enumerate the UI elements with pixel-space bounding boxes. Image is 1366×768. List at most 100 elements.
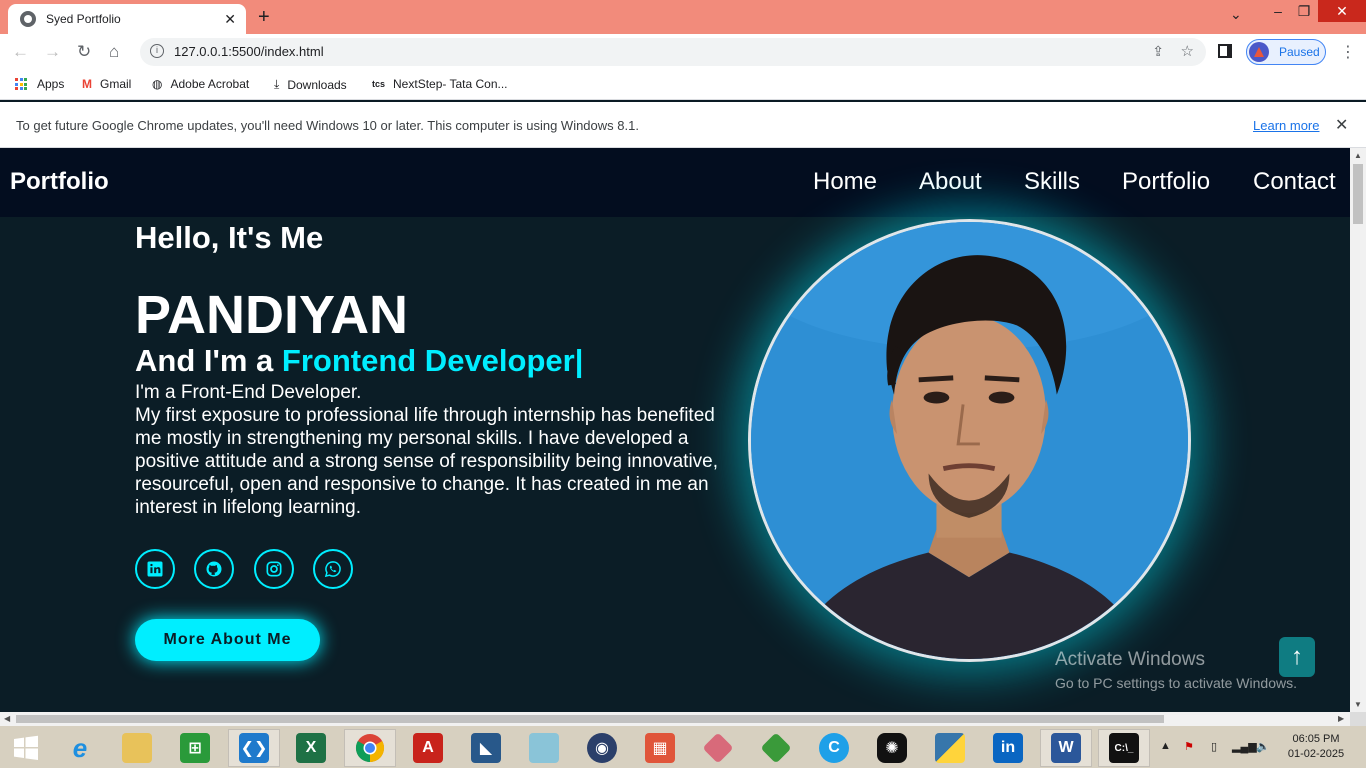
side-panel-icon[interactable]: [1218, 44, 1232, 58]
github-button[interactable]: [194, 549, 234, 589]
tray-expand-icon[interactable]: ▲: [1160, 740, 1171, 752]
web-page: Portfolio Home About Skills Portfolio Co…: [0, 148, 1350, 712]
scroll-down-icon[interactable]: ▼: [1354, 700, 1362, 709]
profile-button[interactable]: Paused: [1246, 39, 1326, 65]
horizontal-scroll-thumb[interactable]: [16, 715, 1164, 723]
chrome-icon[interactable]: [344, 729, 396, 767]
scroll-right-icon[interactable]: ▶: [1338, 714, 1344, 723]
network-error-icon[interactable]: ⚑: [1184, 740, 1194, 753]
linkedin-icon: [147, 561, 163, 577]
activate-windows-watermark: Activate Windows Go to PC settings to ac…: [1055, 649, 1297, 691]
linkedin-button[interactable]: [135, 549, 175, 589]
horizontal-scrollbar[interactable]: ◀ ▶: [0, 712, 1350, 726]
vscode-icon[interactable]: ❮❯: [228, 729, 280, 767]
share-icon[interactable]: ⇪: [1152, 43, 1164, 60]
hero-bio: I'm a Front-End Developer. My first expo…: [135, 381, 725, 519]
close-infobar-icon[interactable]: ✕: [1335, 115, 1348, 135]
nav-about[interactable]: About: [919, 168, 982, 196]
browser-toolbar: ← → ↻ ⌂ i 127.0.0.1:5500/index.html ⇪ ☆ …: [0, 34, 1366, 70]
mysql-icon[interactable]: ◣: [460, 729, 512, 767]
update-infobar: To get future Google Chrome updates, you…: [0, 102, 1366, 148]
instagram-button[interactable]: [254, 549, 294, 589]
new-tab-button[interactable]: +: [258, 6, 270, 29]
app-icon-5[interactable]: C: [808, 729, 860, 767]
app-icon-4[interactable]: [750, 729, 802, 767]
bookmarks-bar: Apps M Gmail ◍ Adobe Acrobat ⤓ Downloads…: [0, 70, 1366, 100]
more-about-me-button[interactable]: More About Me: [135, 619, 320, 661]
app-icon-3[interactable]: [692, 729, 744, 767]
role-prefix: And I'm a: [135, 343, 282, 378]
role-accent: Frontend Developer|: [281, 343, 584, 378]
cmd-icon[interactable]: C:\_: [1098, 729, 1150, 767]
file-explorer-icon[interactable]: [111, 729, 163, 767]
taskbar-clock[interactable]: 06:05 PM 01-02-2025: [1284, 732, 1348, 762]
maximize-button[interactable]: ❐: [1292, 0, 1316, 22]
profile-status: Paused: [1279, 45, 1320, 59]
tab-title: Syed Portfolio: [46, 12, 121, 26]
download-icon: ⤓: [274, 77, 280, 91]
tab-close-icon[interactable]: ✕: [224, 11, 236, 28]
bookmark-gmail[interactable]: M Gmail: [82, 77, 131, 91]
menu-dots-icon[interactable]: ⋮: [1340, 42, 1356, 62]
instagram-icon: [266, 561, 282, 577]
forward-icon[interactable]: →: [44, 42, 61, 62]
nav-skills[interactable]: Skills: [1024, 168, 1080, 196]
arrow-up-icon: ↑: [1291, 643, 1303, 670]
word-icon[interactable]: W: [1040, 729, 1092, 767]
clock-time: 06:05 PM: [1292, 733, 1340, 745]
media-icon[interactable]: ◉: [576, 729, 628, 767]
vertical-scroll-thumb[interactable]: [1353, 164, 1363, 224]
chatgpt-icon[interactable]: ✺: [866, 729, 918, 767]
watermark-title: Activate Windows: [1055, 649, 1205, 670]
nav-portfolio[interactable]: Portfolio: [1122, 168, 1210, 196]
bookmark-adobe-acrobat[interactable]: ◍ Adobe Acrobat: [152, 77, 249, 91]
windows-start-icon[interactable]: [0, 729, 52, 767]
nav-home[interactable]: Home: [813, 168, 877, 196]
bookmark-star-icon[interactable]: ☆: [1181, 42, 1194, 60]
app-icon-2[interactable]: ▦: [634, 729, 686, 767]
tab-search-icon[interactable]: ⌄: [1230, 6, 1242, 23]
python-icon[interactable]: [924, 729, 976, 767]
home-icon[interactable]: ⌂: [109, 42, 119, 62]
whatsapp-button[interactable]: [313, 549, 353, 589]
store-icon[interactable]: ⊞: [169, 729, 221, 767]
site-header: Portfolio Home About Skills Portfolio Co…: [0, 148, 1350, 217]
hero-role: And I'm a Frontend Developer|: [135, 343, 583, 379]
url-text: 127.0.0.1:5500/index.html: [174, 44, 324, 59]
avatar: [1249, 42, 1269, 62]
bookmark-apps[interactable]: Apps: [15, 77, 64, 91]
site-logo[interactable]: Portfolio: [10, 168, 109, 196]
acrobat-icon[interactable]: A: [402, 729, 454, 767]
scroll-up-icon[interactable]: ▲: [1354, 151, 1362, 160]
watermark-subtitle: Go to PC settings to activate Windows.: [1055, 675, 1297, 691]
clock-date: 01-02-2025: [1287, 748, 1345, 760]
apps-grid-icon: [15, 78, 27, 90]
back-icon[interactable]: ←: [12, 42, 29, 62]
minimize-button[interactable]: –: [1266, 0, 1290, 22]
bio-body: My first exposure to professional life t…: [135, 405, 719, 518]
excel-icon[interactable]: X: [285, 729, 337, 767]
vertical-scrollbar[interactable]: ▲ ▼: [1350, 148, 1366, 712]
app-icon[interactable]: [518, 729, 570, 767]
signal-icon[interactable]: ▂▄▆: [1232, 740, 1257, 753]
reload-icon[interactable]: ↻: [77, 42, 91, 62]
volume-icon[interactable]: 🔈: [1256, 740, 1270, 753]
github-icon: [206, 561, 222, 577]
back-to-top-button[interactable]: ↑: [1279, 637, 1315, 677]
internet-explorer-icon[interactable]: e: [54, 729, 106, 767]
bookmark-downloads[interactable]: ⤓ Downloads: [274, 77, 347, 92]
site-info-icon[interactable]: i: [150, 44, 164, 58]
address-bar[interactable]: i 127.0.0.1:5500/index.html ⇪ ☆: [140, 38, 1206, 66]
bookmark-nextstep[interactable]: tcs NextStep- Tata Con...: [372, 77, 508, 91]
hero-name: PANDIYAN: [135, 285, 409, 345]
scroll-left-icon[interactable]: ◀: [4, 714, 10, 723]
nav-contact[interactable]: Contact: [1253, 168, 1336, 196]
linkedin-icon[interactable]: in: [982, 729, 1034, 767]
portrait-illustration: [751, 222, 1188, 659]
battery-icon[interactable]: ▯: [1211, 740, 1217, 753]
hero-greeting: Hello, It's Me: [135, 220, 324, 255]
browser-tab[interactable]: Syed Portfolio ✕: [8, 4, 246, 34]
learn-more-link[interactable]: Learn more: [1253, 118, 1319, 133]
close-window-button[interactable]: ✕: [1318, 0, 1366, 22]
infobar-message: To get future Google Chrome updates, you…: [16, 118, 639, 133]
